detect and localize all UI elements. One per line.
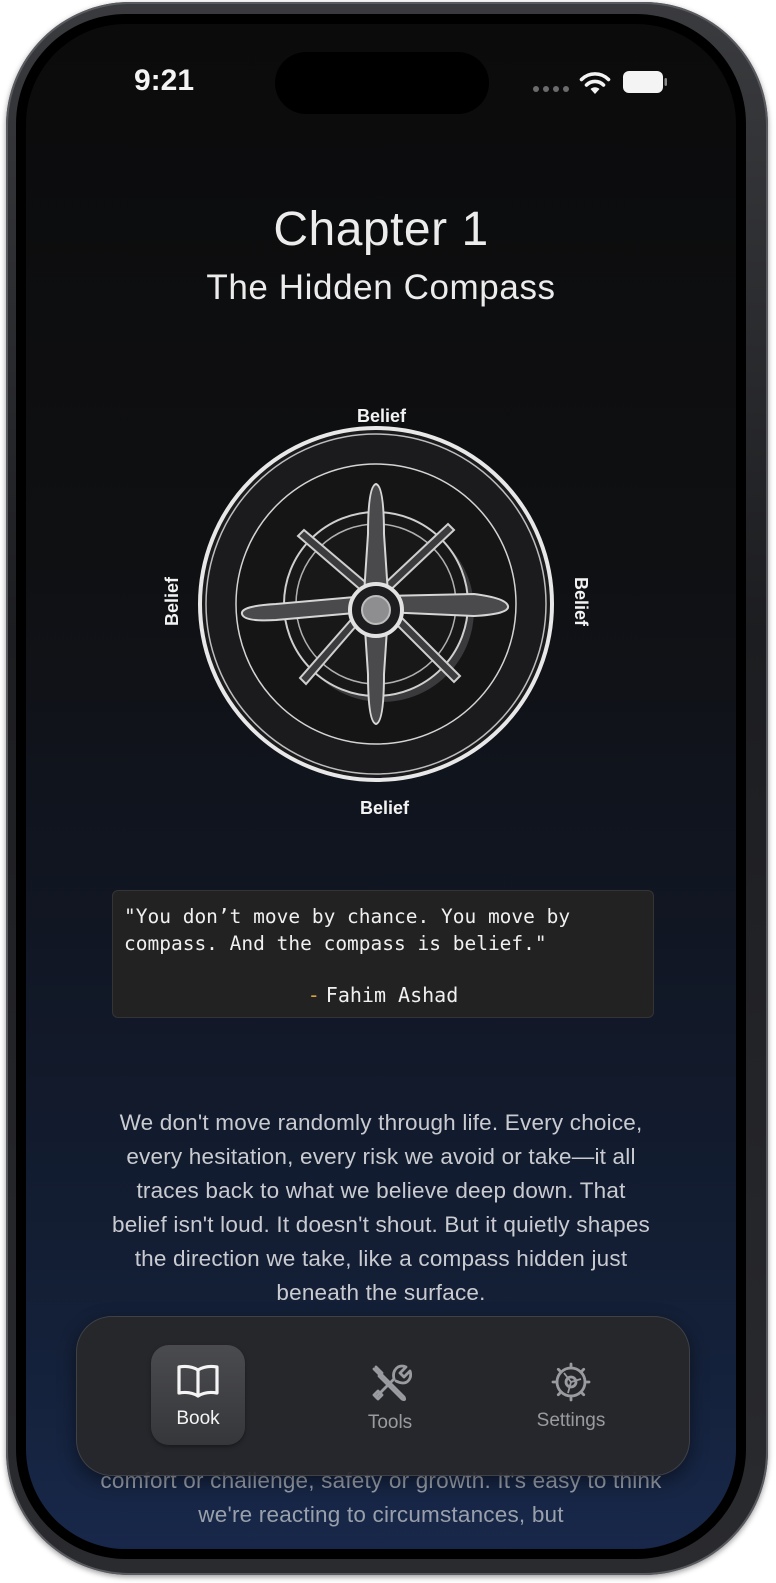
compass-icon <box>198 426 554 782</box>
chapter-subtitle: The Hidden Compass <box>206 268 556 307</box>
battery-icon <box>623 71 667 93</box>
tab-settings[interactable]: Settings <box>511 1317 631 1475</box>
quote-attribution: - Fahim Ashad <box>113 983 653 1007</box>
compass-label-west: Belief <box>162 576 183 627</box>
tools-icon <box>372 1364 412 1402</box>
compass-label-east: Belief <box>571 576 592 627</box>
cellular-dots-icon <box>533 86 569 92</box>
compass-illustration: Belief Belief Belief Belief <box>156 384 596 824</box>
tab-settings-label: Settings <box>536 1410 606 1431</box>
bottom-fade <box>26 1534 736 1549</box>
quote-text: "You don’t move by chance. You move by c… <box>124 905 571 955</box>
status-bar: 9:21 <box>26 24 736 134</box>
tab-tools[interactable]: Tools <box>343 1317 437 1475</box>
gear-icon <box>551 1362 591 1402</box>
tab-tools-label: Tools <box>367 1412 413 1433</box>
quote-card: "You don’t move by chance. You move by c… <box>112 890 654 1018</box>
quote-author: Fahim Ashad <box>325 983 459 1007</box>
compass-label-south: Belief <box>360 798 410 818</box>
chapter-title: Chapter 1 <box>273 203 489 256</box>
tab-bar: Book Tools Settings <box>76 1316 690 1476</box>
wifi-icon <box>579 72 611 94</box>
compass-label-north: Belief <box>357 406 407 426</box>
status-time: 9:21 <box>134 64 195 97</box>
chapter-body-paragraph: We don't move randomly through life. Eve… <box>111 1110 650 1305</box>
dynamic-island <box>275 52 489 114</box>
quote-dash: - <box>307 983 320 1007</box>
book-icon <box>177 1364 219 1398</box>
app-screen: 9:21 Chapter 1 The Hidden Compass Belief… <box>26 24 736 1549</box>
tab-book[interactable]: Book <box>151 1317 245 1475</box>
tab-book-label: Book <box>176 1408 220 1429</box>
